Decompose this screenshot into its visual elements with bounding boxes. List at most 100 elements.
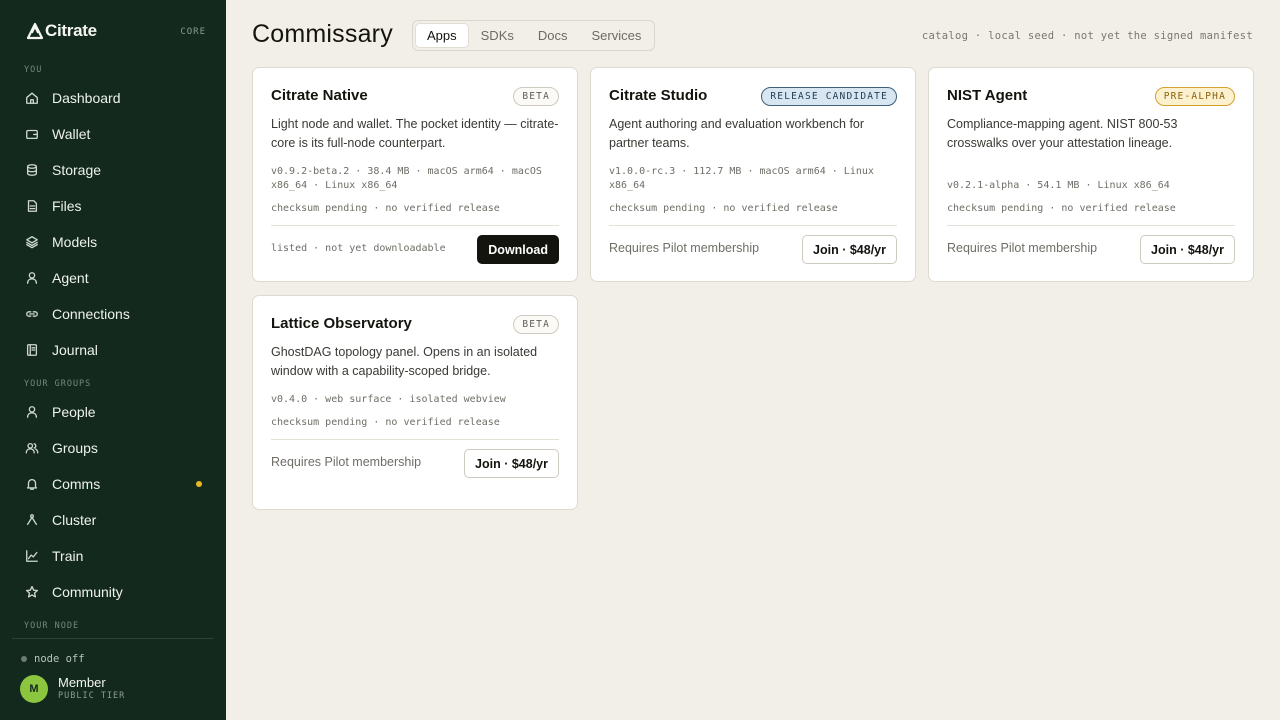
sidebar-item-label: Models (52, 234, 98, 250)
card-footer-note: Requires Pilot membership (271, 455, 422, 469)
card-checksum: checksum pending · no verified release (609, 203, 838, 214)
agent-icon (24, 270, 40, 286)
sidebar-item-storage[interactable]: Storage (12, 154, 214, 186)
bell-icon (24, 476, 40, 492)
sidebar-item-label: Journal (52, 342, 98, 358)
sidebar-divider (12, 638, 214, 639)
tab-docs[interactable]: Docs (527, 24, 579, 47)
card-title: Citrate Studio (609, 87, 708, 104)
core-tag: CORE (180, 27, 206, 37)
sidebar-item-label: Files (52, 198, 82, 214)
card-meta: v0.4.0 · web surface · isolated webview (271, 394, 506, 405)
wallet-icon (24, 126, 40, 142)
section-label-groups: YOUR GROUPS (24, 379, 92, 389)
card-description: Compliance-mapping agent. NIST 800-53 cr… (947, 117, 1178, 150)
sidebar-item-label: Dashboard (52, 90, 121, 106)
sidebar-item-label: Agent (52, 270, 89, 286)
node-status[interactable]: node off (21, 653, 85, 665)
sidebar-item-agent[interactable]: Agent (12, 262, 214, 294)
sidebar-item-files[interactable]: Files (12, 190, 214, 222)
status-badge: BETA (513, 315, 559, 334)
tab-apps[interactable]: Apps (416, 24, 468, 47)
sidebar-item-cluster[interactable]: Cluster (12, 504, 214, 536)
file-icon (24, 198, 40, 214)
sidebar-item-label: Wallet (52, 126, 91, 142)
cluster-icon (24, 512, 40, 528)
card-title: NIST Agent (947, 87, 1028, 104)
brand-name: Citrate (45, 21, 97, 40)
users-icon (24, 440, 40, 456)
tab-bar: Apps SDKs Docs Services (412, 20, 655, 51)
section-label-you: YOU (24, 65, 43, 75)
app-card-citrate-native: Citrate Native BETA Light node and walle… (252, 67, 578, 282)
sidebar-item-models[interactable]: Models (12, 226, 214, 258)
status-badge: RELEASE CANDIDATE (761, 87, 897, 106)
card-description: GhostDAG topology panel. Opens in an iso… (271, 345, 538, 378)
card-description: Light node and wallet. The pocket identi… (271, 117, 559, 150)
card-title: Lattice Observatory (271, 315, 412, 332)
user-profile[interactable]: M Member PUBLIC TIER (20, 675, 125, 703)
sidebar-item-dashboard[interactable]: Dashboard (12, 82, 214, 114)
sidebar-item-people[interactable]: People (12, 396, 214, 428)
sidebar-item-label: Train (52, 548, 84, 564)
sidebar-item-label: People (52, 404, 96, 420)
node-status-dot (21, 656, 27, 662)
sidebar-item-journal[interactable]: Journal (12, 334, 214, 366)
card-meta: v0.9.2-beta.2 · 38.4 MB · macOS arm64 · … (271, 166, 542, 191)
catalog-note: catalog · local seed · not yet the signe… (921, 30, 1253, 42)
chart-line-icon (24, 548, 40, 564)
sidebar-item-label: Storage (52, 162, 102, 178)
join-button[interactable]: Join · $48/yr (1140, 235, 1235, 264)
journal-icon (24, 342, 40, 358)
sidebar-item-label: Connections (52, 306, 130, 322)
sidebar-item-groups[interactable]: Groups (12, 432, 214, 464)
sidebar-item-label: Groups (52, 440, 98, 456)
app-card-citrate-studio: Citrate Studio RELEASE CANDIDATE Agent a… (590, 67, 916, 282)
person-icon (24, 404, 40, 420)
sidebar-item-label: Community (52, 584, 123, 600)
app-card-lattice-observatory: Lattice Observatory BETA GhostDAG topolo… (252, 295, 578, 510)
sidebar-item-comms[interactable]: Comms (12, 468, 214, 500)
join-button[interactable]: Join · $48/yr (802, 235, 897, 264)
card-divider (947, 225, 1235, 226)
card-divider (271, 225, 559, 226)
card-description: Agent authoring and evaluation workbench… (609, 117, 865, 150)
card-checksum: checksum pending · no verified release (271, 417, 500, 428)
notification-dot (196, 481, 202, 487)
sidebar-item-label: Cluster (52, 512, 97, 528)
card-meta: v1.0.0-rc.3 · 112.7 MB · macOS arm64 · L… (609, 166, 874, 191)
download-button[interactable]: Download (477, 235, 559, 264)
avatar: M (20, 675, 48, 703)
user-name: Member (58, 675, 106, 690)
sidebar-item-community[interactable]: Community (12, 576, 214, 608)
tab-services[interactable]: Services (581, 24, 653, 47)
sidebar-item-label: Comms (52, 476, 101, 492)
layers-icon (24, 234, 40, 250)
card-meta: v0.2.1-alpha · 54.1 MB · Linux x86_64 (947, 180, 1170, 191)
sidebar: Citrate CORE YOU Dashboard Wallet Storag… (0, 0, 226, 720)
card-checksum: checksum pending · no verified release (271, 203, 500, 214)
card-divider (609, 225, 897, 226)
link-icon (24, 306, 40, 322)
join-button[interactable]: Join · $48/yr (464, 449, 559, 478)
card-footer-note: Requires Pilot membership (609, 241, 760, 255)
sidebar-item-train[interactable]: Train (12, 540, 214, 572)
home-icon (24, 90, 40, 106)
database-icon (24, 162, 40, 178)
sidebar-item-wallet[interactable]: Wallet (12, 118, 214, 150)
star-icon (24, 584, 40, 600)
status-badge: PRE-ALPHA (1154, 87, 1235, 106)
node-status-text: node off (34, 653, 85, 665)
card-title: Citrate Native (271, 87, 368, 104)
brand[interactable]: Citrate (26, 21, 97, 41)
citrate-logo-icon (26, 22, 44, 40)
app-card-nist-agent: NIST Agent PRE-ALPHA Compliance-mapping … (928, 67, 1254, 282)
tab-sdks[interactable]: SDKs (470, 24, 525, 47)
card-checksum: checksum pending · no verified release (947, 203, 1176, 214)
section-label-node: YOUR NODE (24, 621, 80, 631)
user-tier: PUBLIC TIER (58, 691, 126, 701)
card-divider (271, 439, 559, 440)
card-footer-note: Requires Pilot membership (947, 241, 1098, 255)
status-badge: BETA (513, 87, 559, 106)
sidebar-item-connections[interactable]: Connections (12, 298, 214, 330)
